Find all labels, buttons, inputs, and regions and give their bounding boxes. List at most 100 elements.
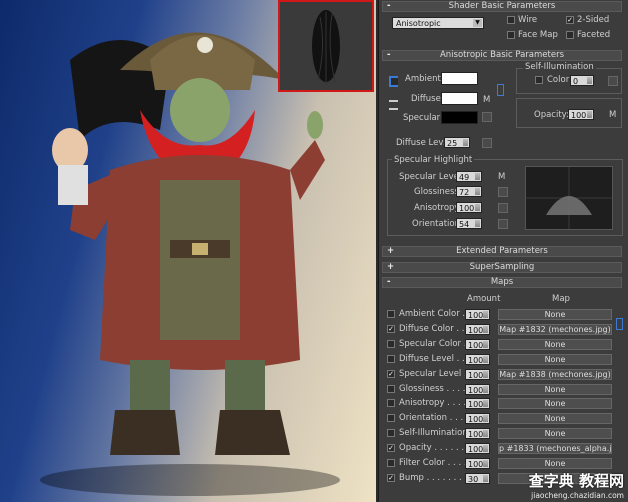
map-slot-button[interactable]: None [498,458,612,469]
map-slot-button[interactable]: Map #1838 (mechones.jpg) [498,369,612,380]
lock-ambient-diffuse-icon[interactable] [389,76,398,87]
self-illum-color-checkbox[interactable] [535,76,543,84]
specular-map-button[interactable] [482,112,492,122]
map-slot-button[interactable]: Map #1832 (mechones.jpg) [498,324,612,335]
chevron-down-icon: ▼ [473,19,482,27]
opacity-label: Opacity: [534,110,569,120]
map-row-label: Bump . . . . . . . . [399,473,468,483]
map-slot-button[interactable]: None [498,413,612,424]
rollout-maps[interactable]: - Maps [382,277,622,288]
site-watermark: 查字典 教程网 jiaocheng.chazidian.com [529,470,624,500]
map-amount-value[interactable]: 100 [465,324,490,335]
specular-level-value[interactable]: 49 [456,171,482,182]
diffuse-color-swatch[interactable] [441,92,478,105]
face-map-checkbox[interactable] [507,31,515,39]
maps-map-header: Map [552,294,570,304]
orientation-value[interactable]: 54 [456,218,482,229]
watermark-url: jiaocheng.chazidian.com [531,491,624,500]
rollout-shader-basic[interactable]: - Shader Basic Parameters [382,1,622,12]
map-row-label: Ambient Color . . [399,309,471,319]
map-amount-value[interactable]: 100 [465,354,490,365]
map-slot-button[interactable]: None [498,428,612,439]
map-row-label: Specular Color . . [399,339,472,349]
map-row-label: Glossiness . . . . . [399,384,471,394]
map-row-label: Anisotropy . . . . . [399,398,472,408]
opacity-map-button[interactable]: M [609,110,616,120]
map-enable-checkbox[interactable] [387,429,395,437]
map-amount-value[interactable]: 30 [465,473,490,484]
glossiness-value[interactable]: 72 [456,186,482,197]
map-row-label: Diffuse Color . . . [399,324,470,334]
self-illum-value[interactable]: 0 [570,75,594,86]
wire-label: Wire [518,15,538,25]
map-enable-checkbox[interactable]: ✓ [387,474,395,482]
hair-strand-preview [312,10,340,84]
map-slot-button[interactable]: None [498,309,612,320]
map-enable-checkbox[interactable]: ✓ [387,444,395,452]
map-row-label: Filter Color . . . . [399,458,467,468]
map-row-label: Opacity . . . . . . . [399,443,470,453]
diffuse-map-button[interactable]: M [483,95,490,105]
diffuse-lev-value[interactable]: 25 [444,137,470,148]
anisotropy-map-button[interactable] [498,203,508,213]
map-enable-checkbox[interactable] [387,459,395,467]
faceted-checkbox[interactable] [566,31,574,39]
map-slot-button[interactable]: None [498,339,612,350]
specular-color-swatch[interactable] [441,111,478,124]
two-sided-checkbox[interactable]: ✓ [566,16,574,24]
map-amount-value[interactable]: 100 [465,369,490,380]
blue-link-icon[interactable] [497,84,504,96]
glossiness-map-button[interactable] [498,187,508,197]
self-illumination-title: Self-Illumination [523,62,596,72]
shader-type-dropdown[interactable]: Anisotropic ▼ [392,17,484,29]
two-sided-label: 2-Sided [577,15,610,25]
anisotropy-value[interactable]: 100 [456,202,482,213]
self-illum-map-button[interactable] [608,76,618,86]
specular-label: Specular: [403,113,443,123]
map-row-label: Specular Level . . [399,369,473,379]
map-slot-button[interactable]: None [498,354,612,365]
rollout-anisotropic-basic[interactable]: - Anisotropic Basic Parameters [382,50,622,61]
map-amount-value[interactable]: 100 [465,384,490,395]
opacity-value[interactable]: 100 [568,109,594,120]
ambient-label: Ambient: [405,74,444,84]
rollout-supersampling[interactable]: + SuperSampling [382,262,622,273]
map-enable-checkbox[interactable]: ✓ [387,370,395,378]
map-enable-checkbox[interactable] [387,340,395,348]
maps-amount-header: Amount [467,294,501,304]
map-enable-checkbox[interactable]: ✓ [387,325,395,333]
map-row-label: Orientation . . . . . [399,413,475,423]
map-slot-button[interactable]: None [498,398,612,409]
map-amount-value[interactable]: 100 [465,339,490,350]
specular-highlight-title: Specular Highlight [392,155,475,165]
face-map-label: Face Map [518,30,558,40]
map-enable-checkbox[interactable] [387,355,395,363]
watermark-title: 查字典 教程网 [528,472,624,490]
map-amount-value[interactable]: 100 [465,413,490,424]
map-amount-value[interactable]: 100 [465,398,490,409]
diffuse-lev-map-button[interactable] [482,138,492,148]
wire-checkbox[interactable] [507,16,515,24]
specular-level-label: Specular Level: [399,172,465,182]
map-amount-value[interactable]: 100 [465,443,490,454]
faceted-label: Faceted [577,30,611,40]
diffuse-lev-label: Diffuse Lev: [396,138,446,148]
map-slot-button[interactable]: None [498,384,612,395]
specular-level-map-button[interactable]: M [498,172,505,182]
map-enable-checkbox[interactable] [387,414,395,422]
maps-link-icon[interactable] [616,318,623,330]
map-amount-value[interactable]: 100 [465,428,490,439]
lock-diffuse-specular-icon[interactable] [389,100,398,110]
map-enable-checkbox[interactable] [387,399,395,407]
map-preview-thumbnail [278,0,374,92]
map-amount-value[interactable]: 100 [465,309,490,320]
orientation-map-button[interactable] [498,219,508,229]
map-amount-value[interactable]: 100 [465,458,490,469]
map-enable-checkbox[interactable] [387,310,395,318]
map-slot-button[interactable]: p #1833 (mechones_alpha.jpg) [498,443,612,454]
diffuse-label: Diffuse: [411,94,444,104]
rollout-extended-parameters[interactable]: + Extended Parameters [382,246,622,257]
map-row-label: Diffuse Level . . . [399,354,471,364]
map-enable-checkbox[interactable] [387,385,395,393]
ambient-color-swatch[interactable] [441,72,478,85]
